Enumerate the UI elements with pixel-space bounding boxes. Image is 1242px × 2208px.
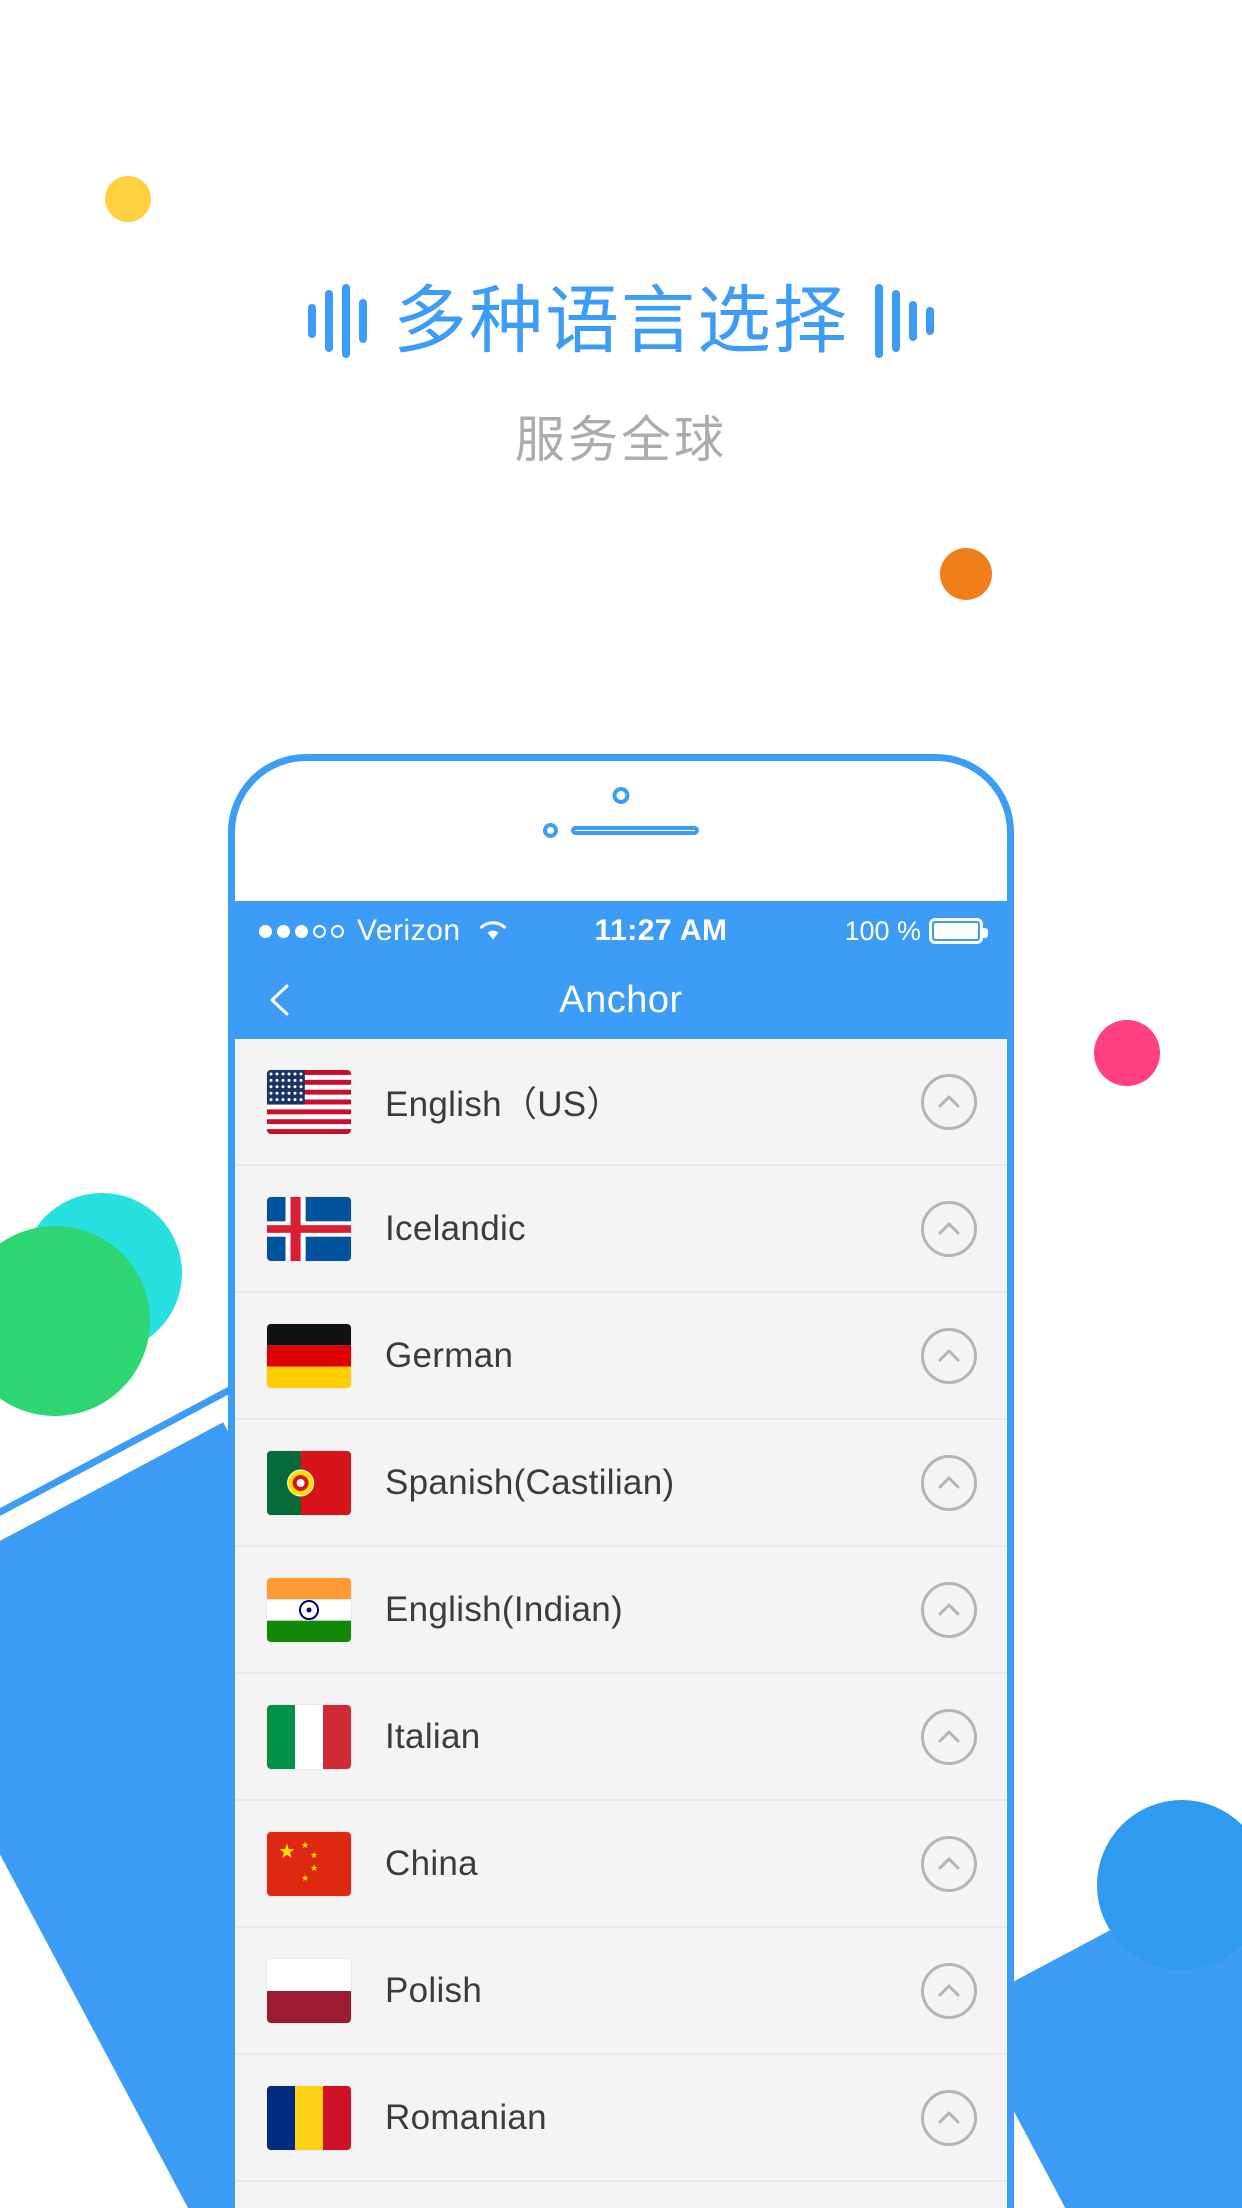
chevron-up-circle-icon[interactable]: [921, 2089, 977, 2146]
battery-full-icon: [929, 918, 988, 944]
language-row[interactable]: Icelandic: [235, 1166, 1007, 1293]
flag-icon-pt: [267, 1450, 351, 1515]
language-label: Polish: [385, 1970, 483, 2010]
page-title: Anchor: [559, 978, 683, 1021]
language-label: Romanian: [385, 2097, 547, 2137]
chevron-up-circle-icon[interactable]: [921, 1327, 977, 1384]
proximity-sensor-icon: [543, 823, 558, 838]
language-row[interactable]: English(Indian): [235, 1547, 1007, 1674]
chevron-up-circle-icon[interactable]: [921, 1835, 977, 1892]
phone-mockup: Verizon 11:27 AM 100 % Anchor English（US…: [228, 754, 1014, 2208]
promo-subtitle: 服务全球: [515, 412, 727, 468]
flag-icon-de: [267, 1323, 351, 1388]
flag-icon-cn: ★ ★ ★ ★ ★: [267, 1831, 351, 1896]
language-row[interactable]: ★ ★ ★ ★ ★ China: [235, 1801, 1007, 1928]
chevron-left-icon[interactable]: [261, 980, 301, 1020]
signal-strength-icon: [259, 924, 344, 938]
language-row[interactable]: Spanish(Castilian): [235, 1420, 1007, 1547]
flag-icon-in: [267, 1577, 351, 1642]
phone-speaker-row: [543, 823, 699, 838]
language-label: Italian: [385, 1716, 481, 1756]
chevron-up-circle-icon[interactable]: [921, 1962, 977, 2019]
language-row[interactable]: Italian: [235, 1674, 1007, 1801]
promo-headline-row: 多种语言选择: [0, 284, 1242, 358]
chevron-up-circle-icon[interactable]: [921, 1073, 977, 1130]
carrier-label: Verizon: [357, 914, 461, 947]
promo-screenshot: 多种语言选择 服务全球 Verizon 11:27 AM 100 % Ancho…: [0, 0, 1242, 2208]
language-label: German: [385, 1335, 514, 1375]
decor-dot-orange: [940, 548, 992, 600]
flag-icon-it: [267, 1704, 351, 1769]
language-row[interactable]: Polish: [235, 1928, 1007, 2055]
phone-screen: Verizon 11:27 AM 100 % Anchor English（US…: [235, 901, 1007, 2208]
camera-icon: [612, 787, 630, 804]
earpiece-speaker: [571, 826, 699, 835]
status-bar: Verizon 11:27 AM 100 %: [235, 901, 1007, 961]
phone-top-bezel: [235, 761, 1007, 901]
chevron-up-circle-icon[interactable]: [921, 1454, 977, 1511]
language-label: English（US）: [385, 1085, 622, 1124]
language-label: Spanish(Castilian): [385, 1462, 675, 1502]
svg-text:★: ★: [278, 1839, 296, 1863]
status-bar-right: 100 %: [844, 915, 988, 947]
svg-text:★: ★: [301, 1841, 309, 1851]
flag-icon-pl: [267, 1958, 351, 2023]
svg-text:★: ★: [310, 1851, 318, 1861]
flag-icon-ro: [267, 2085, 351, 2150]
status-bar-left: Verizon: [259, 914, 508, 948]
language-label: Icelandic: [385, 1208, 526, 1248]
chevron-up-circle-icon[interactable]: [921, 1708, 977, 1765]
wifi-icon: [478, 919, 508, 943]
language-list[interactable]: English（US） Icelandic German Spanish(Cas…: [235, 1039, 1007, 2182]
promo-headline: 多种语言选择: [393, 279, 849, 362]
decor-tick-marks-right: [875, 284, 934, 358]
flag-icon-is: [267, 1196, 351, 1261]
language-label: China: [385, 1843, 478, 1883]
svg-text:★: ★: [301, 1874, 309, 1884]
language-row[interactable]: German: [235, 1293, 1007, 1420]
battery-percent-label: 100 %: [844, 915, 921, 946]
language-row[interactable]: English（US）: [235, 1039, 1007, 1166]
svg-text:★: ★: [310, 1864, 318, 1874]
decor-dot-pink: [1094, 1020, 1160, 1086]
language-row[interactable]: Romanian: [235, 2055, 1007, 2182]
decor-dot-yellow: [105, 176, 151, 222]
flag-icon-us: [267, 1069, 351, 1134]
clock-label: 11:27 AM: [594, 914, 728, 947]
chevron-up-circle-icon[interactable]: [921, 1581, 977, 1638]
language-label: English(Indian): [385, 1589, 623, 1629]
chevron-up-circle-icon[interactable]: [921, 1200, 977, 1257]
nav-bar: Anchor: [235, 961, 1007, 1039]
decor-tick-marks-left: [308, 284, 367, 358]
